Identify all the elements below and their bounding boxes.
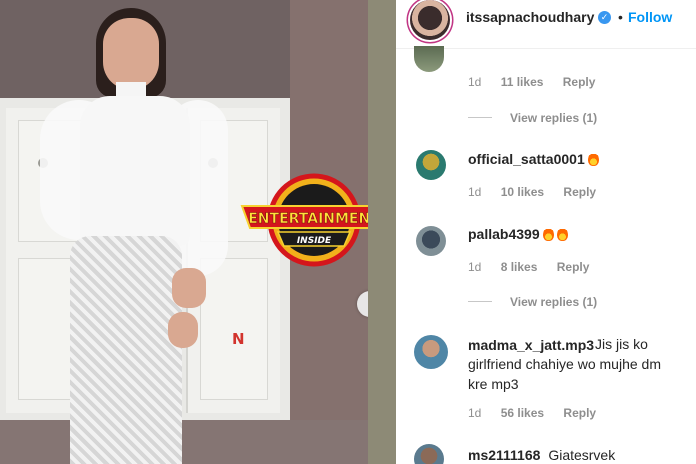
- comment-avatar[interactable]: [416, 150, 446, 180]
- entertainment-inside-logo: ENTERTAINMENT INSIDE: [240, 173, 368, 267]
- fire-emoji-icon: [587, 152, 599, 166]
- verified-badge-icon: ✓: [598, 11, 611, 24]
- author-username[interactable]: itssapnachoudhary: [466, 9, 594, 25]
- reply-button[interactable]: Reply: [563, 75, 596, 89]
- comment-avatar[interactable]: [414, 46, 444, 72]
- person-hand: [172, 268, 206, 308]
- separator-dot: •: [618, 9, 623, 25]
- view-replies-line: [468, 117, 492, 118]
- comment-age: 1d: [468, 75, 482, 89]
- comment-likes[interactable]: 56 likes: [501, 406, 544, 420]
- comment-avatar[interactable]: [414, 444, 444, 464]
- fire-emoji-icon: [556, 227, 568, 241]
- comment-likes[interactable]: 10 likes: [501, 185, 544, 199]
- comment-likes[interactable]: 11 likes: [501, 75, 544, 89]
- logo-title: ENTERTAINMENT: [248, 211, 368, 227]
- comment-avatar[interactable]: [414, 335, 448, 369]
- logo-subtitle: INSIDE: [297, 236, 332, 246]
- reply-button[interactable]: Reply: [563, 406, 596, 420]
- comment-likes[interactable]: 8 likes: [501, 260, 538, 274]
- reply-button[interactable]: Reply: [563, 185, 596, 199]
- comment-meta: 1d 10 likes Reply: [468, 185, 612, 199]
- follow-button[interactable]: Follow: [628, 9, 672, 25]
- comment-username[interactable]: official_satta0001: [468, 151, 599, 167]
- comment-meta: 1d 11 likes Reply: [468, 75, 611, 89]
- post-header: itssapnachoudhary ✓ • Follow: [396, 0, 696, 49]
- person-hand: [168, 312, 198, 348]
- ground: [0, 420, 368, 464]
- comment-text: Jis jis ko girlfriend chahiye wo mujhe d…: [468, 336, 661, 392]
- comment-age: 1d: [468, 260, 482, 274]
- comment-age: 1d: [468, 185, 482, 199]
- comment-meta: 1d 8 likes Reply: [468, 260, 605, 274]
- fire-emoji-icon: [542, 227, 554, 241]
- comment-text: Giatesrvek: [548, 447, 616, 463]
- comment-meta: 1d 56 likes Reply: [468, 406, 612, 420]
- view-replies-button[interactable]: View replies (1): [510, 295, 597, 309]
- corner-watermark: N: [232, 330, 245, 348]
- person-face: [103, 18, 159, 90]
- reply-button[interactable]: Reply: [557, 260, 590, 274]
- author-avatar[interactable]: [410, 0, 450, 40]
- comment-username[interactable]: pallab4399: [468, 226, 568, 242]
- comment-username[interactable]: ms2111168 Giatesrvek: [468, 447, 615, 463]
- post-photo[interactable]: ENTERTAINMENT INSIDE N: [0, 0, 368, 464]
- person-top: [80, 96, 190, 246]
- comments-panel: itssapnachoudhary ✓ • Follow 1d 11 likes…: [396, 0, 696, 464]
- view-replies-button[interactable]: View replies (1): [510, 111, 597, 125]
- person-sequin-skirt: [70, 236, 182, 464]
- divider-strip: [368, 0, 396, 464]
- comment-age: 1d: [468, 406, 482, 420]
- view-replies-line: [468, 301, 492, 302]
- comment-avatar[interactable]: [416, 226, 446, 256]
